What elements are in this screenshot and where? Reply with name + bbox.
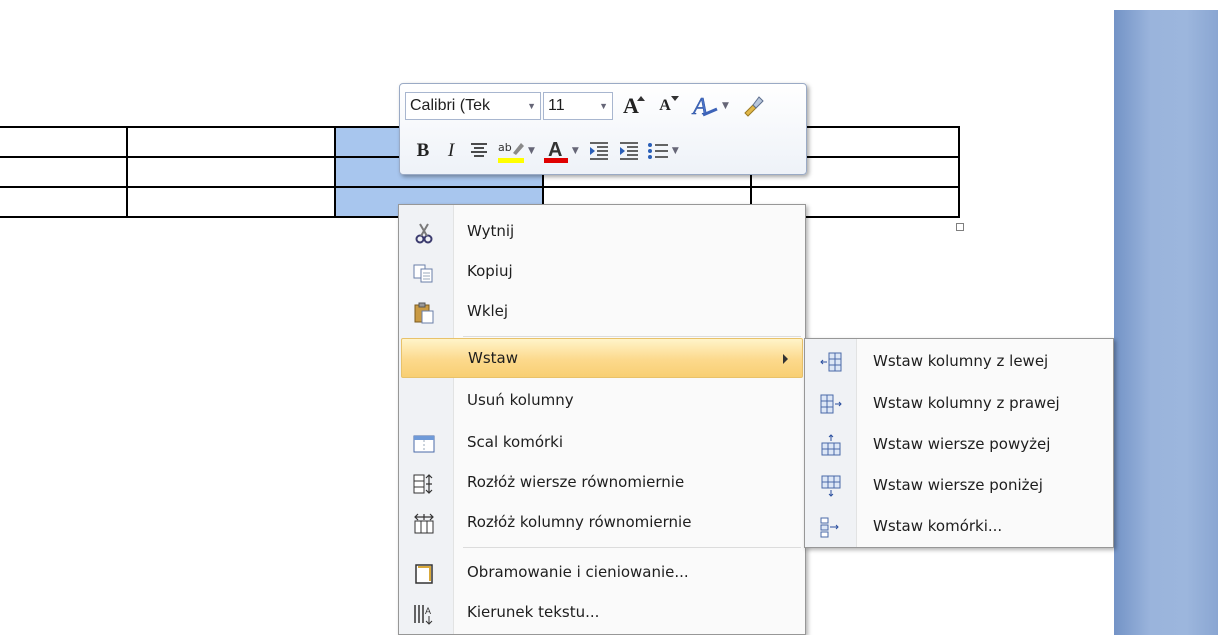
menu-item-insert[interactable]: Wstaw [401,338,803,378]
menu-item-paste[interactable]: Wklej [401,292,803,332]
font-color-icon: A [543,139,568,163]
decrease-indent-icon [589,142,608,160]
insert-submenu: Wstaw kolumny z lewej Wstaw kolumny z pr… [804,338,1114,548]
context-menu: Wytnij Kopiuj Wklej Wstaw Usuń kolumny S… [398,204,806,635]
font-size-value: 11 [548,97,565,114]
svg-text:A: A [425,606,431,616]
chevron-down-icon: ▼ [527,101,536,111]
increase-indent-button[interactable] [617,136,641,166]
grow-font-icon [637,96,645,101]
copy-icon [413,262,435,284]
styles-button[interactable]: A ▼ [691,91,729,121]
scissors-icon [413,222,435,244]
menu-item-copy[interactable]: Kopiuj [401,252,803,292]
font-name-value: Calibri (Tek [410,97,491,114]
borders-icon [413,563,435,585]
submenu-item-insert-column-right[interactable]: Wstaw kolumny z prawej [807,384,1111,424]
increase-indent-icon [619,142,638,160]
decrease-indent-button[interactable] [587,136,611,166]
chevron-down-icon: ▼ [722,101,729,111]
text-direction-icon: A [413,603,435,625]
insert-row-below-icon [819,475,843,497]
distribute-rows-icon [413,473,435,495]
chevron-down-icon: ▼ [571,146,579,156]
table-resize-handle[interactable] [956,223,964,231]
merge-cells-icon [413,433,435,455]
font-size-combo[interactable]: 11 ▼ [543,92,613,120]
bold-button[interactable]: B [411,136,435,166]
menu-item-distribute-columns[interactable]: Rozłóż kolumny równomiernie [401,503,803,543]
svg-text:A: A [548,139,562,161]
shrink-font-icon [671,96,679,101]
chevron-down-icon: ▼ [528,146,535,156]
font-color-button[interactable]: A ▼ [543,136,579,166]
submenu-item-insert-row-above[interactable]: Wstaw wiersze powyżej [807,425,1111,465]
format-painter-icon [744,96,764,117]
menu-item-delete-columns[interactable]: Usuń kolumny [401,381,803,421]
menu-item-distribute-rows[interactable]: Rozłóż wiersze równomiernie [401,463,803,503]
chevron-down-icon: ▼ [599,101,608,111]
align-center-button[interactable] [467,136,491,166]
insert-column-left-icon [819,351,843,373]
insert-row-above-icon [819,434,843,456]
text-effects-icon: A [691,94,718,119]
distribute-columns-icon [413,513,435,535]
submenu-item-insert-column-left[interactable]: Wstaw kolumny z lewej [807,342,1111,382]
submenu-item-insert-row-below[interactable]: Wstaw wiersze poniżej [807,466,1111,506]
align-center-icon [471,143,487,157]
highlight-icon: ab [498,141,524,163]
bullets-button[interactable]: ▼ [647,136,679,166]
menu-item-cut[interactable]: Wytnij [401,212,803,252]
format-painter-button[interactable] [739,91,765,121]
svg-text:ab: ab [498,141,512,154]
grow-font-button[interactable]: A [619,91,645,121]
mini-toolbar: Calibri (Tek ▼ 11 ▼ A A A ▼ B I ab ▼ A ▼… [399,83,807,175]
italic-button[interactable]: I [439,136,463,166]
submenu-item-insert-cells[interactable]: Wstaw komórki... [807,507,1111,547]
bullets-icon [647,143,668,159]
font-name-combo[interactable]: Calibri (Tek ▼ [405,92,541,120]
shrink-font-button[interactable]: A [653,91,679,121]
chevron-down-icon: ▼ [671,146,679,156]
menu-item-text-direction[interactable]: A Kierunek tekstu... [401,593,803,633]
submenu-arrow-icon [783,354,788,364]
menu-item-merge-cells[interactable]: Scal komórki [401,423,803,463]
ribbon-side-panel [1114,10,1218,635]
paste-icon [413,302,435,324]
highlight-button[interactable]: ab ▼ [497,136,535,166]
menu-item-borders-shading[interactable]: Obramowanie i cieniowanie... [401,553,803,593]
insert-cells-icon [819,516,843,538]
insert-column-right-icon [819,393,843,415]
